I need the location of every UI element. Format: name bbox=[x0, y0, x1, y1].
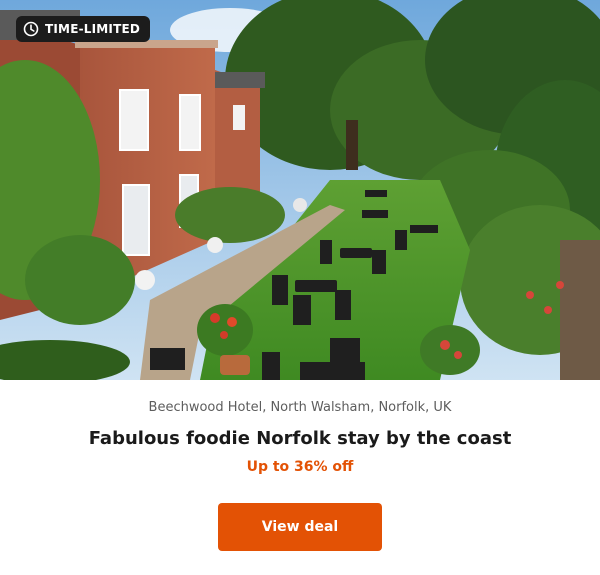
discount-text: Up to 36% off bbox=[246, 459, 354, 475]
deal-title[interactable]: Fabulous foodie Norfolk stay by the coas… bbox=[0, 428, 600, 449]
deal-card[interactable]: TIME-LIMITED Beechwood Hotel, North Wals… bbox=[0, 0, 600, 575]
time-limited-badge: TIME-LIMITED bbox=[16, 16, 151, 42]
hotel-garden-photo[interactable]: TIME-LIMITED bbox=[0, 0, 600, 380]
view-deal-button[interactable]: View deal bbox=[218, 503, 382, 551]
badge-label: TIME-LIMITED bbox=[45, 22, 141, 36]
clock-icon bbox=[23, 21, 39, 37]
hotel-location: Beechwood Hotel, North Walsham, Norfolk,… bbox=[148, 400, 452, 415]
